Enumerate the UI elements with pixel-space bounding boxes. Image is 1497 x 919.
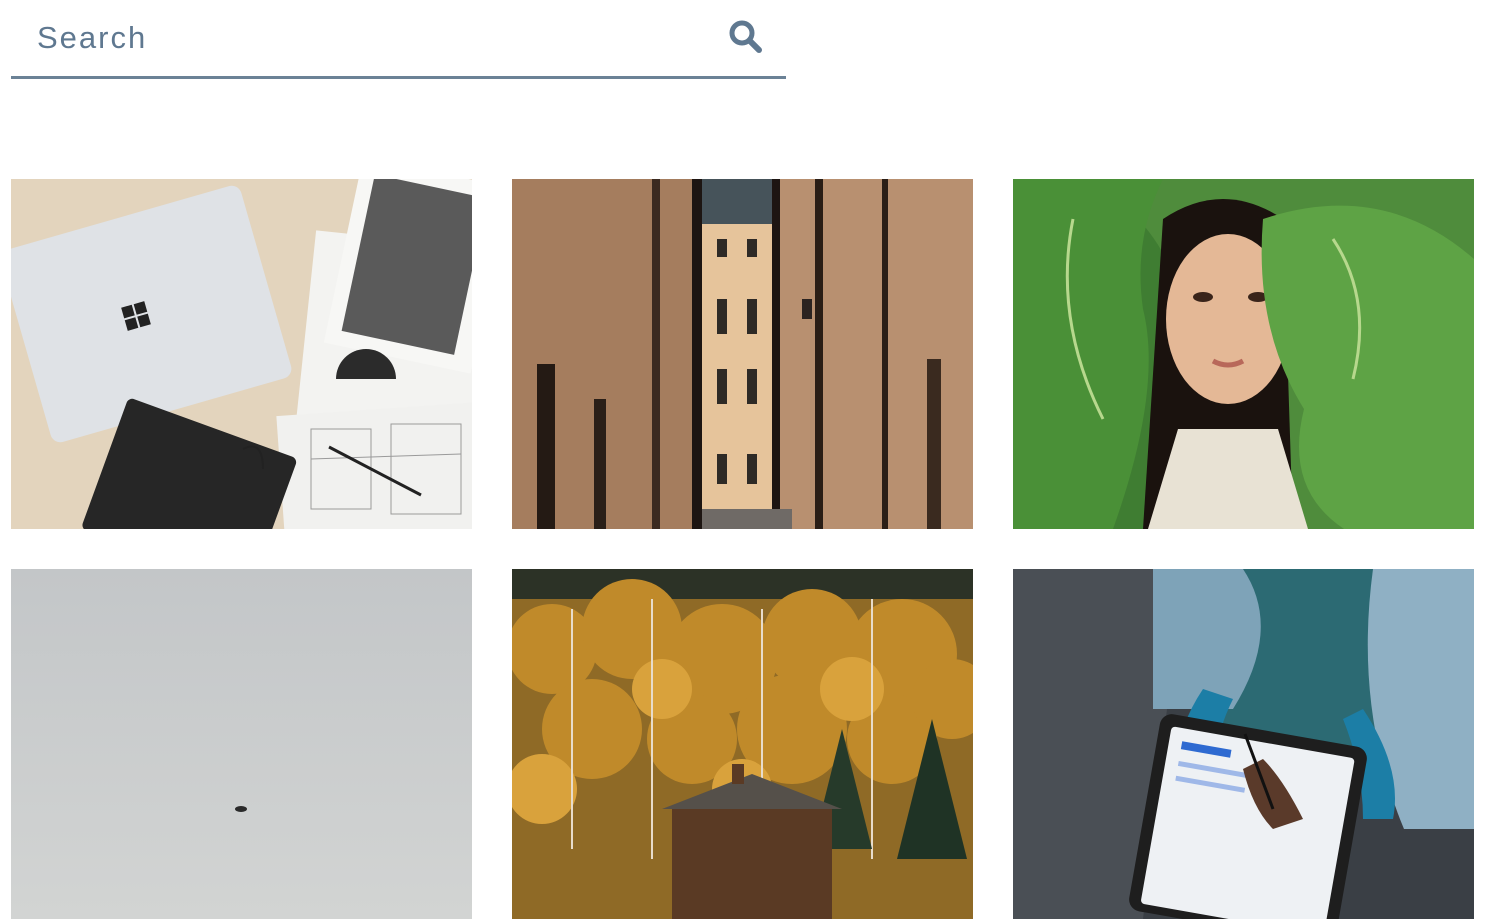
photo-tile[interactable] bbox=[1013, 179, 1474, 529]
photo-tile[interactable] bbox=[11, 569, 472, 919]
search-bar bbox=[11, 0, 786, 79]
photo-tile[interactable] bbox=[1013, 569, 1474, 919]
search-icon bbox=[729, 20, 762, 53]
photo-grey-sky bbox=[11, 569, 472, 919]
search-input[interactable] bbox=[11, 0, 711, 76]
photo-tile[interactable] bbox=[11, 179, 472, 529]
search-button[interactable] bbox=[725, 17, 767, 59]
photo-person-tablet bbox=[1013, 569, 1474, 919]
photo-tile[interactable] bbox=[512, 569, 973, 919]
photo-autumn-forest bbox=[512, 569, 973, 919]
photo-alley bbox=[512, 179, 973, 529]
photo-woman-leaves bbox=[1013, 179, 1474, 529]
photo-laptop-desk bbox=[11, 179, 472, 529]
photo-tile[interactable] bbox=[512, 179, 973, 529]
